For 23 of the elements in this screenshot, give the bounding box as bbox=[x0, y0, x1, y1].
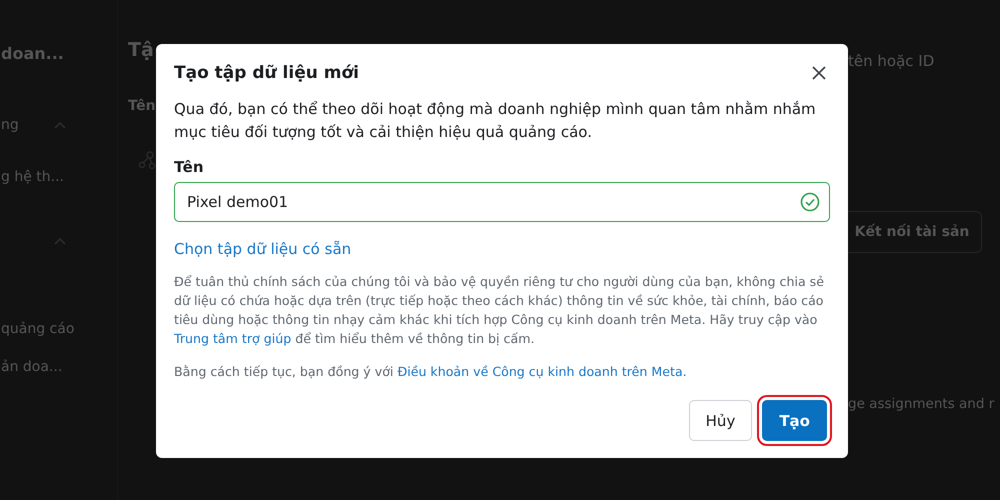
choose-existing-link[interactable]: Chọn tập dữ liệu có sẵn bbox=[174, 240, 352, 258]
sidebar-item[interactable]: quảng cáo bbox=[1, 321, 74, 337]
field-label: Tên bbox=[174, 158, 205, 176]
dialog-description: Qua đó, bạn có thể theo dõi hoạt động mà doanh nghiệp mình quan tâm nhằm nhắm mục tiêu đối tượng tốt và cải thiện hiệu quả quảng cáo. bbox=[174, 99, 817, 143]
column-header: Tên bbox=[128, 98, 157, 114]
sidebar-item[interactable]: ản doa... bbox=[1, 359, 62, 375]
policy-text: Để tuân thủ chính sách của chúng tôi và bảo vệ quyền riêng tư cho người dùng của bạn, không chia sẻ dữ liệu có chứa hoặc dựa trên (trực tiếp hoặc theo cách khác) thông tin về sức khỏe, tài chính, báo cáo tiêu dùng hoặc thông tin nhạy cảm khác khi tích hợp Công cụ kinh doanh trên Meta. Hãy truy cập vào Trung tâm trợ giúp để tìm hiểu thêm về thông tin bị cấm. bbox=[174, 273, 825, 348]
nodes-icon bbox=[138, 150, 158, 170]
cancel-button[interactable]: Hủy bbox=[688, 400, 752, 441]
chevron-icon[interactable] bbox=[53, 120, 67, 130]
search-placeholder[interactable]: tên hoặc ID bbox=[848, 52, 1000, 70]
chevron-icon[interactable] bbox=[53, 236, 67, 246]
sidebar-item[interactable]: g hệ th... bbox=[1, 169, 64, 185]
terms-text: Bằng cách tiếp tục, bạn đồng ý với Điều khoản về Công cụ kinh doanh trên Meta. bbox=[174, 363, 688, 381]
name-field[interactable]: Pixel demo01 bbox=[174, 182, 830, 222]
help-center-link[interactable]: Trung tâm trợ giúp bbox=[174, 331, 292, 346]
check-circle-icon bbox=[800, 192, 820, 212]
sidebar-title[interactable]: doan... bbox=[1, 44, 64, 62]
dialog-title: Tạo tập dữ liệu mới bbox=[174, 63, 359, 83]
sidebar-item[interactable]: ng bbox=[1, 117, 19, 133]
page-title: Tậ bbox=[128, 38, 155, 62]
terms-link[interactable]: Điều khoản về Công cụ kinh doanh trên Meta. bbox=[397, 364, 687, 379]
note-text: ge assignments and r bbox=[848, 396, 996, 412]
